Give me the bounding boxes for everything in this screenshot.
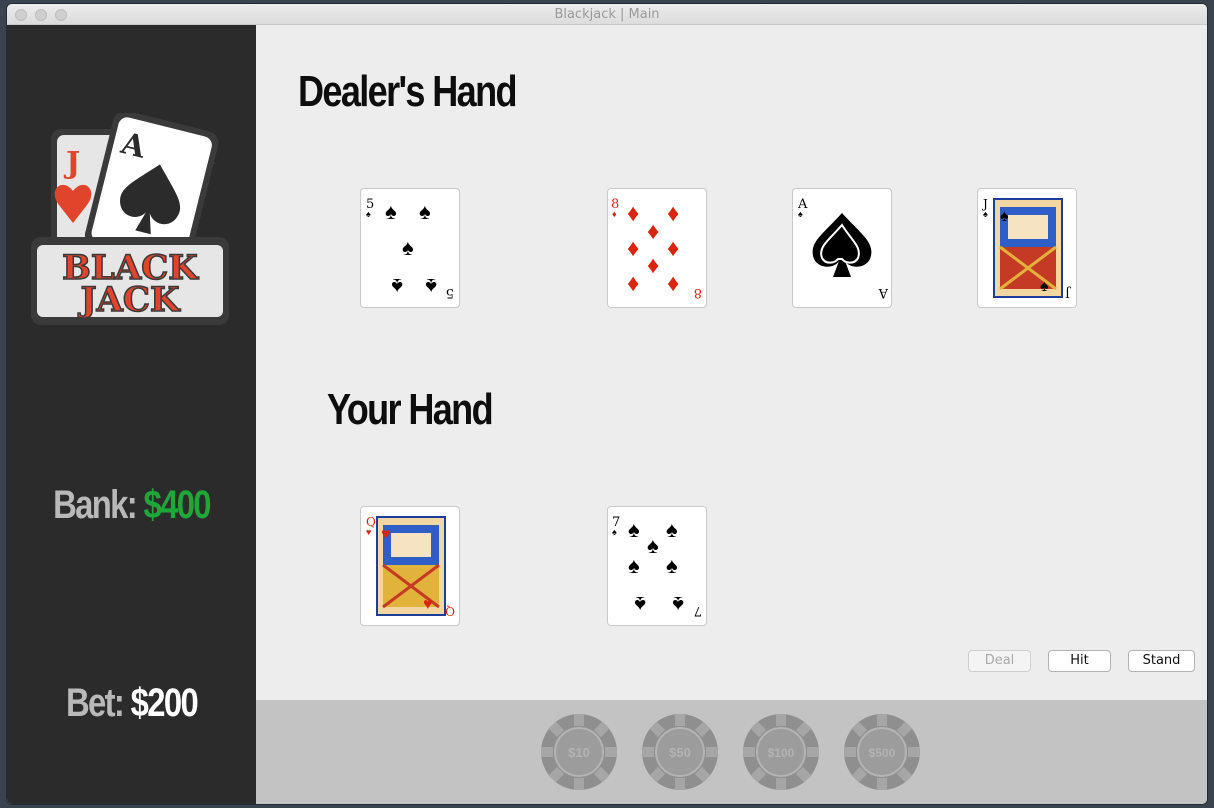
title-bar: Blackjack | Main: [7, 4, 1207, 25]
heart-icon: ♥: [423, 596, 433, 613]
spade-icon: ♠: [628, 553, 640, 578]
hit-button[interactable]: Hit: [1048, 650, 1111, 672]
bet-label: Bet:: [65, 681, 125, 725]
diamond-icon: ♦: [627, 235, 639, 262]
bank-display: Bank: $400: [29, 483, 233, 528]
spade-icon: ♠: [391, 274, 403, 299]
card-rank-bottom: 8: [694, 285, 702, 300]
diamond-icon: ♦: [647, 252, 659, 279]
spade-icon: ♠: [1000, 208, 1009, 225]
spade-icon: ♠: [1040, 278, 1049, 295]
dealer-hand-heading: Dealer's Hand: [298, 67, 518, 116]
blackjack-logo: J A BLACK JACK: [31, 113, 229, 325]
heart-icon: ♥: [381, 526, 391, 543]
spade-icon: ♠: [634, 592, 646, 617]
logo-text-jack: JACK: [77, 280, 181, 320]
dealer-card-3: A ♠ A: [792, 188, 892, 308]
spade-icon: ♠: [647, 533, 659, 558]
spade-icon: ♠: [983, 209, 988, 219]
spade-icon: ♠: [666, 553, 678, 578]
sidebar: J A BLACK JACK Bank: $400 Bet: $200: [7, 25, 256, 804]
diamond-icon: ♦: [627, 200, 639, 227]
chip-label: $10: [568, 745, 590, 760]
deal-button[interactable]: Deal: [968, 650, 1031, 672]
bet-value: $200: [130, 681, 199, 725]
card-rank-bottom: A: [878, 285, 889, 300]
chip-label: $500: [869, 746, 896, 760]
chip-500-button[interactable]: $500: [843, 713, 921, 791]
spade-icon: ♠: [628, 517, 640, 542]
diamond-icon: ♦: [612, 209, 617, 219]
spade-icon: ♠: [425, 274, 437, 299]
chip-50-button[interactable]: $50: [641, 713, 719, 791]
spade-icon: ♠: [798, 209, 803, 219]
stand-button[interactable]: Stand: [1128, 650, 1195, 672]
heart-icon: ♥: [366, 527, 371, 537]
bank-value: $400: [143, 483, 212, 527]
card-rank-bottom: 5: [446, 285, 454, 300]
your-hand-heading: Your Hand: [327, 385, 494, 434]
window-title: Blackjack | Main: [554, 7, 660, 22]
card-rank-bottom: J: [1065, 286, 1072, 300]
diamond-icon: ♦: [667, 200, 679, 227]
spade-icon: ♠: [612, 527, 617, 537]
spade-icon: ♠: [672, 592, 684, 617]
spade-icon: ♠: [385, 199, 397, 224]
spade-icon: ♠: [666, 517, 678, 542]
chip-tray: $10 $50 $100 $500: [256, 700, 1207, 804]
spade-icon: ♠: [419, 199, 431, 224]
chip-100-button[interactable]: $100: [742, 713, 820, 791]
dealer-card-1: 5 ♠ ♠ ♠ ♠ ♠ ♠ 5: [360, 188, 460, 308]
diamond-icon: ♦: [667, 235, 679, 262]
dealer-card-2: 8 ♦ ♦ ♦ ♦ ♦ ♦ ♦ ♦ ♦ 8: [607, 188, 707, 308]
bank-label: Bank:: [53, 483, 138, 527]
player-card-2: 7 ♠ ♠ ♠ ♠ ♠ ♠ ♠ ♠ 7: [607, 506, 707, 626]
spade-icon: ♠: [366, 209, 371, 219]
diamond-icon: ♦: [647, 218, 659, 245]
chip-label: $100: [768, 746, 795, 760]
large-spade-icon: [812, 213, 872, 277]
diamond-icon: ♦: [627, 270, 639, 297]
dealer-card-4: J ♠ ♠ ♠ J: [977, 188, 1077, 308]
bet-display: Bet: $200: [29, 681, 233, 726]
spade-icon: ♠: [402, 235, 414, 260]
player-card-1: Q ♥ ♥ ♥ Q: [360, 506, 460, 626]
chip-10-button[interactable]: $10: [540, 713, 618, 791]
card-rank-bottom: 7: [694, 603, 702, 618]
diamond-icon: ♦: [667, 270, 679, 297]
app-window: Blackjack | Main J A BLACK JACK Bank: $4…: [7, 4, 1207, 804]
table-area: Dealer's Hand 5 ♠ ♠ ♠ ♠ ♠ ♠ 5 8 ♦ ♦ ♦ ♦ …: [256, 25, 1207, 700]
chip-label: $50: [669, 745, 691, 760]
logo-card-left-rank: J: [63, 146, 80, 181]
card-rank-bottom: Q: [445, 604, 455, 618]
